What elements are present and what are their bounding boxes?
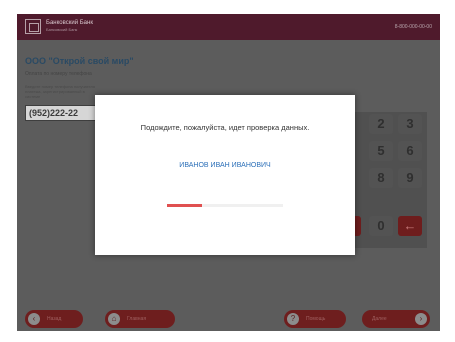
key-9[interactable]: 9 [398,168,422,188]
home-button[interactable]: ⌂ Главная [105,310,175,328]
home-button-label: Главная [127,316,147,322]
key-2[interactable]: 2 [369,114,393,134]
bank-name: Банковский Банк [46,20,93,26]
back-button[interactable]: ‹ Назад [25,310,83,328]
key-5[interactable]: 5 [369,141,393,161]
backspace-key[interactable]: ← [398,216,422,236]
bank-logo-icon [25,19,41,34]
progress-fill [167,204,202,207]
progress-bar [167,204,283,207]
org-title: ООО "Открой свой мир" [25,56,134,66]
header-bar: Банковский Банк Банковский Банк 8-800-00… [17,14,440,40]
key-6[interactable]: 6 [398,141,422,161]
next-button[interactable]: Далее › [362,310,430,328]
help-button-label: Помощь [306,316,326,322]
phone-input[interactable]: (952)222-22 [25,105,101,121]
dialog-message: Подождите, пожалуйста, идет проверка дан… [140,123,310,132]
home-icon: ⌂ [108,313,120,325]
next-button-label: Далее [372,316,387,322]
form-instruction: Введите номер телефона получателя платеж… [25,84,96,99]
back-button-label: Назад [47,316,62,322]
help-button[interactable]: ? Помощь [284,310,346,328]
arrow-left-icon: ‹ [28,313,40,325]
bottom-nav: ‹ Назад ⌂ Главная ? Помощь Далее › [17,310,440,331]
payer-name: ИВАНОВ ИВАН ИВАНОВИЧ [179,162,271,169]
arrow-right-icon: › [415,313,427,325]
key-0[interactable]: 0 [369,216,393,236]
support-phone: 8-800-000-00-00 [394,24,432,30]
key-8[interactable]: 8 [369,168,393,188]
bank-subtitle: Банковский Банк [46,27,78,32]
form-subtitle: Оплата по номеру телефона [25,71,92,77]
verification-dialog: Подождите, пожалуйста, идет проверка дан… [95,95,355,255]
key-3[interactable]: 3 [398,114,422,134]
question-icon: ? [287,313,299,325]
